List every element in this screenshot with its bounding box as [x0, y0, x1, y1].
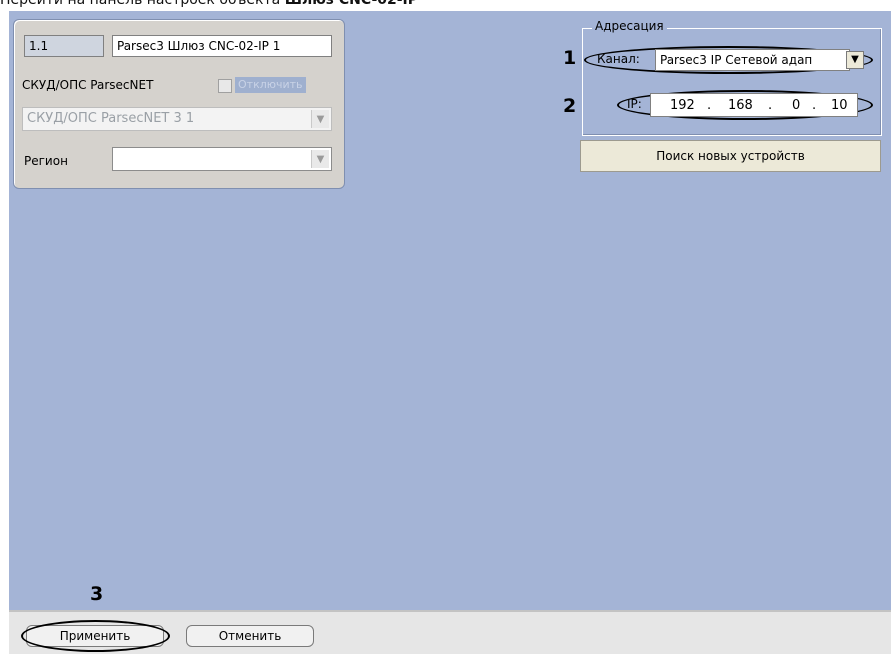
parent-object-combo: СКУД/ОПС ParsecNET 3 1 ▼: [22, 107, 332, 131]
marker-2: 2: [563, 95, 577, 117]
marker-1: 1: [563, 47, 577, 69]
ip-dot-2: .: [768, 98, 773, 113]
caption-object-name: Шлюз CNC-02-IP: [284, 0, 419, 8]
ip-dot-3: .: [812, 98, 817, 113]
ip-dot-1: .: [707, 98, 712, 113]
cancel-button[interactable]: Отменить: [186, 625, 314, 647]
ip-octet-1: 192: [670, 98, 695, 113]
page-caption: Перейти на панель настроек объекта Шлюз …: [0, 0, 418, 9]
disable-label: Отключить: [235, 77, 306, 93]
parent-object-value: СКУД/ОПС ParsecNET 3 1: [27, 111, 195, 126]
channel-label: Канал:: [597, 52, 640, 66]
ip-octet-4: 10: [831, 98, 848, 113]
chevron-down-icon: ▼: [311, 110, 329, 128]
object-id-field[interactable]: 1.1: [24, 35, 104, 57]
search-devices-button[interactable]: Поиск новых устройств: [580, 140, 881, 172]
object-name-field[interactable]: Parsec3 Шлюз CNC-02-IP 1: [112, 35, 332, 57]
region-combo[interactable]: ▼: [112, 147, 332, 171]
region-label: Регион: [24, 154, 68, 168]
parent-object-label: СКУД/ОПС ParsecNET: [22, 78, 154, 92]
highlight-ellipse-apply: [21, 620, 170, 652]
channel-combo[interactable]: Parsec3 IP Сетевой адап: [655, 49, 850, 71]
ip-octet-2: 168: [728, 98, 753, 113]
caption-prefix: Перейти на панель настроек объекта: [0, 0, 285, 8]
addressing-title: Адресация: [592, 18, 667, 34]
chevron-down-icon[interactable]: ▼: [311, 150, 329, 168]
chevron-down-icon[interactable]: ▼: [846, 51, 864, 69]
ip-label: IP:: [627, 97, 642, 111]
ip-octet-3: 0: [792, 98, 801, 113]
marker-3: 3: [90, 583, 104, 605]
disable-checkbox[interactable]: [218, 79, 232, 93]
